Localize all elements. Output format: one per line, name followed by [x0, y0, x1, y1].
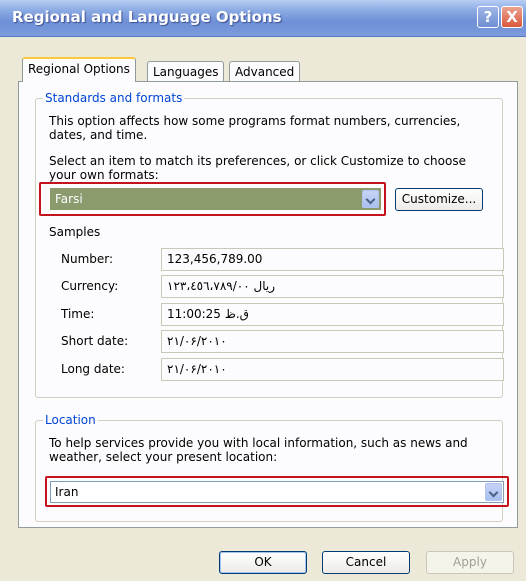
format-combo[interactable]: Farsi [50, 188, 381, 210]
sample-value-short-date: ٢١/٠۶/٢٠١٠ [161, 330, 504, 353]
sample-label-number: Number: [61, 252, 114, 266]
location-value: Iran [55, 485, 79, 499]
ok-button[interactable]: OK [219, 551, 307, 574]
tab-advanced[interactable]: Advanced [229, 61, 301, 83]
dialog-window: Regional and Language Options ? X Region… [0, 0, 526, 581]
location-combo[interactable]: Iran [50, 481, 504, 503]
location-description: To help services provide you with local … [49, 436, 468, 464]
title-bar[interactable]: Regional and Language Options ? X [0, 0, 526, 37]
sample-value-currency: ريال ١٢٣،٤٥٦،٧٨٩/٠٠ [161, 275, 504, 298]
sample-label-currency: Currency: [61, 279, 119, 293]
standards-description: This option affects how some programs fo… [49, 114, 461, 142]
chevron-down-icon[interactable] [485, 483, 502, 501]
help-button[interactable]: ? [477, 6, 499, 28]
sample-label-time: Time: [61, 307, 95, 321]
location-legend: Location [43, 413, 98, 427]
select-prompt: Select an item to match its preferences,… [49, 154, 466, 182]
samples-heading: Samples [49, 225, 101, 239]
format-value: Farsi [55, 192, 83, 206]
tab-panel: Standards and formats This option affect… [18, 81, 518, 528]
standards-legend: Standards and formats [43, 91, 185, 105]
tab-regional-options[interactable]: Regional Options [22, 57, 136, 82]
customize-button[interactable]: Customize... [395, 188, 483, 211]
apply-button[interactable]: Apply [426, 551, 514, 574]
close-button[interactable]: X [501, 6, 523, 28]
cancel-button[interactable]: Cancel [322, 551, 410, 574]
tab-languages[interactable]: Languages [147, 61, 225, 83]
window-title: Regional and Language Options [12, 8, 282, 26]
sample-value-time: ق.ظ 11:00:25 [161, 303, 504, 326]
sample-label-long-date: Long date: [61, 362, 125, 376]
help-icon: ? [483, 8, 493, 26]
chevron-down-icon[interactable] [362, 190, 379, 208]
close-icon: X [506, 8, 518, 26]
sample-label-short-date: Short date: [61, 334, 129, 348]
sample-value-number: 123,456,789.00 [161, 248, 504, 271]
sample-value-long-date: ٢١/٠۶/٢٠١٠ [161, 358, 504, 381]
